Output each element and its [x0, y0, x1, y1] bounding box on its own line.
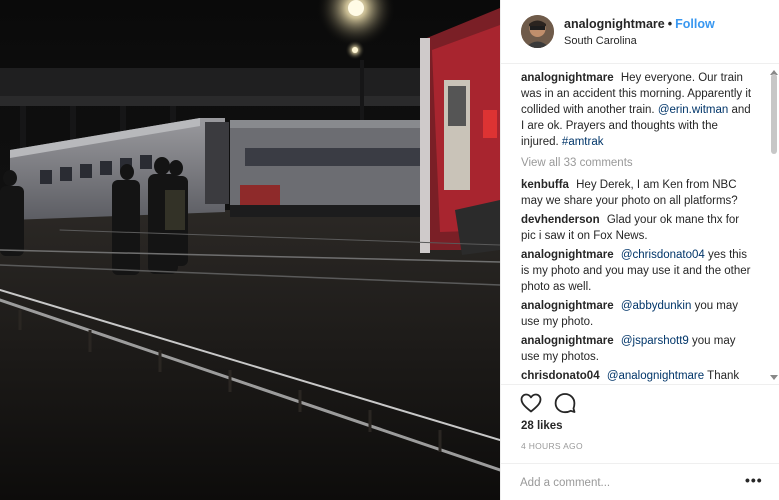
comment-mention[interactable]: @chrisdonato04 — [621, 249, 705, 261]
scroll-down-arrow[interactable] — [770, 375, 778, 380]
scroll-thumb[interactable] — [771, 74, 777, 154]
header-separator: • — [667, 17, 673, 31]
comment-mention[interactable]: @analognightmare — [607, 370, 704, 382]
post-photo[interactable] — [0, 0, 500, 500]
comment-mention[interactable]: @abbydunkin — [621, 300, 692, 312]
train-accident-photo — [0, 0, 500, 500]
comment-username[interactable]: devhenderson — [521, 214, 600, 226]
caption-mention[interactable]: @erin.witman — [658, 104, 728, 116]
comment-bubble-icon[interactable] — [553, 391, 577, 415]
header-user-line: analognightmare • Follow — [564, 17, 715, 31]
add-comment-input[interactable] — [520, 474, 720, 492]
post-actions: 28 likes 4 HOURS AGO ••• — [501, 384, 779, 500]
post-header: analognightmare • Follow South Carolina — [501, 0, 779, 64]
post-timestamp: 4 HOURS AGO — [521, 441, 583, 451]
comment-username[interactable]: analognightmare — [521, 300, 614, 312]
follow-button[interactable]: Follow — [675, 17, 715, 31]
comment-username[interactable]: analognightmare — [521, 249, 614, 261]
comment-text: Thank — [707, 370, 740, 382]
comment-username[interactable]: chrisdonato04 — [521, 370, 600, 382]
comments-scrollbar[interactable] — [769, 70, 778, 382]
likes-count[interactable]: 28 likes — [521, 420, 563, 432]
post-viewer: analognightmare • Follow South Carolina an… — [0, 0, 779, 500]
more-options-icon[interactable]: ••• — [745, 472, 763, 488]
comment-item: analognightmare @abbydunkin you may use … — [521, 298, 757, 330]
comment-mention[interactable]: @jsparshott9 — [621, 335, 689, 347]
location-link[interactable]: South Carolina — [564, 35, 637, 47]
comment-item: analognightmare @chrisdonato04 yes this … — [521, 247, 757, 295]
caption: analognightmare Hey everyone. Our train … — [521, 70, 757, 150]
add-comment-bar: ••• — [501, 463, 779, 500]
caption-username[interactable]: analognightmare — [521, 72, 614, 84]
comment-item: kenbuffa Hey Derek, I am Ken from NBC ma… — [521, 177, 757, 209]
comment-item: chrisdonato04 @analognightmare Thank — [521, 368, 757, 382]
comment-username[interactable]: analognightmare — [521, 335, 614, 347]
comment-username[interactable]: kenbuffa — [521, 179, 569, 191]
view-all-comments-link[interactable]: View all 33 comments — [521, 156, 757, 170]
heart-icon[interactable] — [519, 391, 543, 415]
caption-hashtag[interactable]: #amtrak — [562, 136, 604, 148]
avatar-image — [521, 15, 554, 48]
post-side-panel: analognightmare • Follow South Carolina an… — [500, 0, 779, 500]
comments-list[interactable]: analognightmare Hey everyone. Our train … — [501, 70, 769, 382]
avatar[interactable] — [521, 15, 554, 48]
comment-item: analognightmare @jsparshott9 you may use… — [521, 333, 757, 365]
header-username[interactable]: analognightmare — [564, 17, 665, 31]
comment-item: devhenderson Glad your ok mane thx for p… — [521, 212, 757, 244]
